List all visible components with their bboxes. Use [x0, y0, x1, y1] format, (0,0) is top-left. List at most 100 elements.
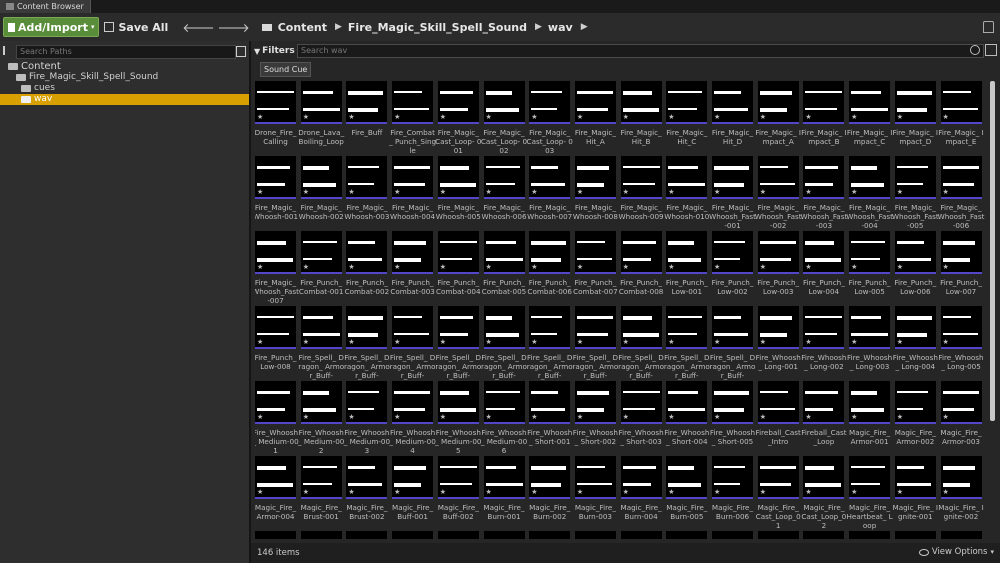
asset-label: Fire_Magic_ Impact_B [801, 128, 847, 146]
search-assets-input[interactable]: Search wav [297, 44, 984, 58]
back-arrow-icon[interactable]: 🡐 [182, 20, 214, 35]
waveform-thumbnail: ★ [666, 306, 708, 349]
breadcrumb-separator-icon[interactable]: ▶ [581, 22, 588, 32]
breadcrumb-separator-icon[interactable]: ▶ [535, 22, 542, 32]
breadcrumb-pack[interactable]: Fire_Magic_Skill_Spell_Sound [348, 21, 527, 34]
asset-type-icon: ★ [302, 263, 309, 271]
tree-item-cues[interactable]: cues [0, 83, 249, 94]
waveform-icon [485, 241, 516, 244]
asset-label: Fireball_Cast _Loop [801, 428, 847, 446]
tree-item-pack[interactable]: Fire_Magic_Skill_Spell_Sound [0, 72, 249, 83]
view-options-button[interactable]: View Options ▾ [918, 547, 994, 557]
waveform-icon [394, 91, 423, 93]
waveform-icon [348, 391, 380, 393]
waveform-icon [896, 183, 923, 185]
waveform-thumbnail: ★ [849, 306, 891, 349]
asset-scrollbar[interactable] [990, 81, 995, 421]
asset-options-icon[interactable] [985, 44, 997, 56]
content-browser-tab[interactable]: Content Browser [0, 0, 91, 13]
waveform-icon [622, 466, 656, 469]
waveform-icon [439, 108, 468, 111]
breadcrumb-separator-icon[interactable]: ▶ [335, 22, 342, 32]
waveform-thumbnail: ★ [803, 156, 845, 199]
asset-label: Fire_Magic_ Whoosh-009 [618, 203, 664, 221]
waveform-thumbnail: ★ [392, 456, 434, 499]
lock-icon[interactable] [983, 21, 994, 33]
waveform-thumbnail: ★ [849, 456, 891, 499]
asset-label: Fire_Magic_ Hit_B [620, 128, 662, 146]
asset-type-icon: ★ [759, 338, 766, 346]
waveform-icon [394, 183, 426, 186]
waveform-icon [439, 483, 472, 485]
asset-type-icon: ★ [485, 488, 492, 496]
status-bar: 146 items View Options ▾ [251, 543, 1000, 563]
asset-label: Fire_Whoosh_ Short-002 [572, 428, 618, 446]
asset-type-icon: ★ [622, 188, 629, 196]
breadcrumb-content[interactable]: Content [278, 21, 327, 34]
waveform-icon [714, 483, 740, 485]
waveform-thumbnail [346, 531, 388, 539]
waveform-icon [439, 408, 476, 412]
waveform-icon [942, 258, 970, 262]
folder-tree: Content Fire_Magic_Skill_Spell_Sound cue… [0, 61, 249, 105]
tree-item-content[interactable]: Content [0, 61, 249, 72]
asset-type-icon: ★ [257, 338, 264, 346]
search-paths-input[interactable]: Search Paths [16, 45, 236, 59]
asset-label: Fire_Spell_ Dragon_ Armor_Buff- [298, 353, 345, 380]
waveform-icon [439, 316, 473, 319]
path-view-options-icon[interactable] [236, 46, 246, 57]
waveform-icon [851, 108, 889, 111]
asset-label: Fire_Punch_ Low-002 [711, 278, 754, 296]
asset-type-icon: ★ [851, 263, 858, 271]
waveform-thumbnail: ★ [803, 381, 845, 424]
waveform-icon [942, 91, 971, 93]
waveform-thumbnail: ★ [300, 156, 342, 199]
waveform-thumbnail: ★ [392, 156, 434, 199]
waveform-icon [851, 166, 878, 170]
waveform-thumbnail [255, 531, 296, 539]
waveform-icon [485, 108, 519, 112]
asset-type-icon: ★ [531, 188, 538, 196]
asset-type-icon: ★ [622, 338, 629, 346]
waveform-icon [302, 108, 340, 111]
asset-label: Fire_Magic_ Impact_E [938, 128, 984, 146]
asset-label: Fire_Punch_ Low-004 [802, 278, 845, 296]
waveform-icon [896, 333, 927, 337]
waveform-icon [805, 391, 839, 394]
save-all-button[interactable]: Save All [104, 18, 168, 36]
waveform-icon [622, 241, 656, 244]
asset-type-icon: ★ [531, 113, 538, 121]
tree-item-label: Fire_Magic_Skill_Spell_Sound [29, 72, 159, 82]
asset-label: Fire_Magic_ Whoosh-006 [481, 203, 527, 221]
waveform-thumbnail [437, 531, 479, 539]
waveform-icon [576, 408, 604, 412]
asset-type-icon: ★ [942, 413, 949, 421]
waveform-icon [851, 408, 885, 412]
filters-button[interactable]: ▼ Filters ▾ [254, 44, 300, 58]
asset-type-icon: ★ [531, 488, 538, 496]
asset-label: Magic_Fire_ Armor-001 [849, 428, 891, 446]
waveform-icon [942, 166, 979, 169]
folder-icon [21, 96, 31, 103]
waveform-icon [851, 316, 882, 319]
waveform-thumbnail: ★ [894, 306, 936, 349]
waveform-icon [576, 316, 613, 319]
filter-icon: ▼ [254, 46, 261, 56]
asset-label: Magic_Fire_ Ignite-002 [938, 503, 984, 521]
waveform-thumbnail: ★ [940, 456, 982, 499]
asset-label: Magic_Fire_ Cast_Loop_01 [755, 503, 801, 530]
add-import-button[interactable]: Add/Import ▾ [3, 17, 100, 37]
asset-label: Fire_Spell_ Dragon_ Armor_Buff- [526, 353, 573, 380]
sound-cue-filter-chip[interactable]: Sound Cue [260, 62, 312, 77]
waveform-thumbnail: ★ [803, 81, 845, 124]
breadcrumb-wav[interactable]: wav [548, 21, 573, 34]
waveform-icon [851, 466, 886, 468]
waveform-thumbnail: ★ [346, 456, 388, 499]
forward-arrow-icon[interactable]: 🡒 [218, 20, 250, 35]
search-icon[interactable] [970, 45, 980, 55]
waveform-icon [851, 258, 881, 260]
tree-item-wav[interactable]: wav [0, 94, 249, 105]
waveform-thumbnail: ★ [437, 231, 479, 274]
sources-toggle-icon[interactable] [3, 46, 14, 55]
waveform-thumbnail: ★ [437, 156, 479, 199]
